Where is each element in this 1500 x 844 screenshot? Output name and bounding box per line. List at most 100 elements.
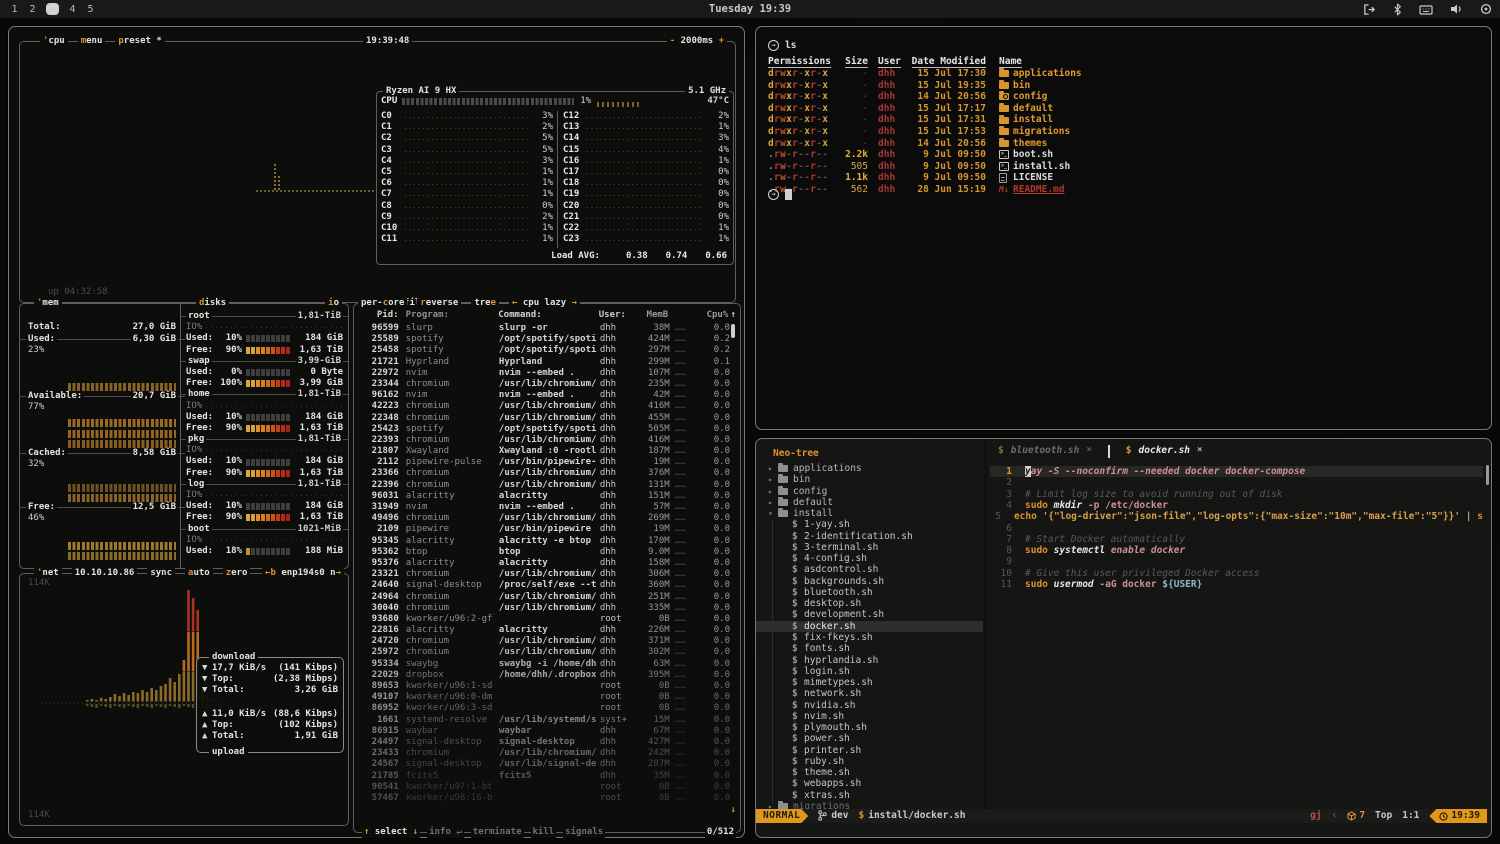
tree-item-applications[interactable]: ▸applications: [756, 463, 983, 474]
tree-item-docker.sh[interactable]: $docker.sh: [756, 621, 983, 632]
tab-close-icon[interactable]: ×: [1197, 445, 1202, 456]
process-row[interactable]: 24720chromium/usr/lib/chromium/dhh371M………: [358, 636, 730, 647]
select-button[interactable]: ↑ select ↓: [362, 827, 420, 838]
process-row[interactable]: 2112pipewire-pulse/usr/bin/pipewire-dhh1…: [358, 457, 730, 468]
process-row[interactable]: 22348chromium/usr/lib/chromium/dhh455M………: [358, 413, 730, 424]
buffer-tab-docker.sh[interactable]: $docker.sh×: [1114, 439, 1215, 463]
tree-item-nvim.sh[interactable]: $nvim.sh: [756, 711, 983, 722]
process-row[interactable]: 86915waybarwaybardhh67M……0.0: [358, 726, 730, 737]
process-row[interactable]: 95376alacrittyalacrittydhh158M……0.0: [358, 558, 730, 569]
process-row[interactable]: 22816alacrittyalacrittydhh226M……0.0: [358, 625, 730, 636]
tree-item-theme.sh[interactable]: $theme.sh: [756, 767, 983, 778]
tree-item-power.sh[interactable]: $power.sh: [756, 733, 983, 744]
net-control[interactable]: 10.10.10.86: [72, 568, 138, 579]
proc-option-tree[interactable]: tree: [471, 298, 499, 309]
buffer-tab-bluetooth.sh[interactable]: $bluetooth.sh×: [986, 439, 1104, 463]
proc-option-reverse[interactable]: reverse: [417, 298, 461, 309]
plugin-updates[interactable]: 7: [1347, 810, 1365, 821]
tree-item-4-config.sh[interactable]: $4-config.sh: [756, 553, 983, 564]
tree-item-login.sh[interactable]: $login.sh: [756, 666, 983, 677]
net-control[interactable]: zero: [223, 568, 251, 579]
process-row[interactable]: 86952kworker/u96:3-sdroot0B……0.0: [358, 703, 730, 714]
tree-item-desktop.sh[interactable]: $desktop.sh: [756, 598, 983, 609]
tree-item-plymouth.sh[interactable]: $plymouth.sh: [756, 722, 983, 733]
net-control[interactable]: sync: [147, 568, 175, 579]
process-row[interactable]: 21721HyprlandHyprlanddhh299M……0.1: [358, 357, 730, 368]
process-row[interactable]: 25458spotify/opt/spotify/spotidhh297M……0…: [358, 345, 730, 356]
process-row[interactable]: 1661systemd-resolve/usr/lib/systemd/ssys…: [358, 715, 730, 726]
process-row[interactable]: 24964chromium/usr/lib/chromium/dhh251M………: [358, 592, 730, 603]
tree-item-hyprlandia.sh[interactable]: $hyprlandia.sh: [756, 655, 983, 666]
process-row[interactable]: 23366chromium/usr/lib/chromium/dhh376M………: [358, 468, 730, 479]
tree-item-printer.sh[interactable]: $printer.sh: [756, 745, 983, 756]
signals-button[interactable]: signals: [563, 827, 605, 838]
process-row[interactable]: 22972nvimnvim --embed .dhh107M……0.0: [358, 368, 730, 379]
tree-item-development.sh[interactable]: $development.sh: [756, 609, 983, 620]
process-row[interactable]: 49496chromium/usr/lib/chromium/dhh269M………: [358, 513, 730, 524]
process-row[interactable]: 22393chromium/usr/lib/chromium/dhh416M………: [358, 435, 730, 446]
cpu-control-cpu[interactable]: 'cpu: [40, 36, 68, 47]
tree-item-webapps.sh[interactable]: $webapps.sh: [756, 778, 983, 789]
process-row[interactable]: 2109pipewire/usr/bin/pipewiredhh19M……0.0: [358, 524, 730, 535]
proc-option-per-core[interactable]: per-core: [358, 298, 407, 309]
process-row[interactable]: 49107kworker/u96:0-dmroot0B……0.0: [358, 692, 730, 703]
tree-item-1-yay.sh[interactable]: $1-yay.sh: [756, 519, 983, 530]
prompt-line-2[interactable]: →: [768, 189, 792, 200]
process-row[interactable]: 22396chromium/usr/lib/chromium/dhh131M………: [358, 480, 730, 491]
process-row[interactable]: 22029dropbox/home/dhh/.dropboxdhh395M……0…: [358, 670, 730, 681]
tree-item-asdcontrol.sh[interactable]: $asdcontrol.sh: [756, 564, 983, 575]
tree-item-backgrounds.sh[interactable]: $backgrounds.sh: [756, 576, 983, 587]
process-row[interactable]: 25423spotify/opt/spotify/spotidhh505M……0…: [358, 424, 730, 435]
process-row[interactable]: 90541kworker/u97:1-btroot0B……0.0: [358, 782, 730, 793]
volume-icon[interactable]: [1450, 3, 1463, 15]
process-row[interactable]: 95334swaybgswaybg -i /home/dhdhh63M……0.0: [358, 659, 730, 670]
process-row[interactable]: 96031alacrittyalacrittydhh151M……0.0: [358, 491, 730, 502]
net-interface-label[interactable]: ←b enp194s0 n→: [262, 568, 344, 578]
logout-icon[interactable]: [1363, 3, 1376, 16]
proc-option-cpu-lazy[interactable]: ← cpu lazy →: [509, 298, 580, 309]
tree-item-2-identification.sh[interactable]: $2-identification.sh: [756, 531, 983, 542]
process-row[interactable]: 23433chromium/usr/lib/chromium/dhh242M………: [358, 748, 730, 759]
bluetooth-icon[interactable]: [1393, 3, 1402, 16]
process-row[interactable]: 42223chromium/usr/lib/chromium/dhh416M………: [358, 401, 730, 412]
process-row[interactable]: 23321chromium/usr/lib/chromium/dhh306M………: [358, 569, 730, 580]
power-icon[interactable]: [1480, 3, 1492, 15]
tree-item-install[interactable]: ▾install: [756, 508, 983, 519]
command-line[interactable]: [756, 823, 1491, 837]
process-row[interactable]: 89653kworker/u96:1-sdroot0B……0.0: [358, 681, 730, 692]
process-row[interactable]: 30040chromium/usr/lib/chromium/dhh335M………: [358, 603, 730, 614]
cpu-control-preset[interactable]: preset *: [115, 36, 164, 47]
process-row[interactable]: 96162nvimnvim --embed .dhh42M……0.0: [358, 390, 730, 401]
process-row[interactable]: 24567signal-desktop/usr/lib/signal-dedhh…: [358, 759, 730, 770]
info-button[interactable]: info ↵: [427, 827, 464, 838]
process-row[interactable]: 25972chromium/usr/lib/chromium/dhh302M………: [358, 647, 730, 658]
tree-item-xtras.sh[interactable]: $xtras.sh: [756, 790, 983, 801]
tree-item-bluetooth.sh[interactable]: $bluetooth.sh: [756, 587, 983, 598]
keyboard-icon[interactable]: [1419, 4, 1433, 15]
tree-item-config[interactable]: ▸config: [756, 486, 983, 497]
tree-item-ruby.sh[interactable]: $ruby.sh: [756, 756, 983, 767]
process-row[interactable]: 31949nvimnvim --embed .dhh57M……0.0: [358, 502, 730, 513]
process-row[interactable]: 93680kworker/u96:2-gfroot0B……0.0: [358, 614, 730, 625]
process-row[interactable]: 25589spotify/opt/spotify/spotidhh424M……0…: [358, 334, 730, 345]
tree-item-nvidia.sh[interactable]: $nvidia.sh: [756, 700, 983, 711]
tree-item-default[interactable]: ▸default: [756, 497, 983, 508]
net-control[interactable]: auto: [185, 568, 213, 579]
scroll-up-icon[interactable]: ↑: [728, 310, 736, 321]
process-row[interactable]: 57467kworker/u98:16-broot0B……0.0: [358, 793, 730, 804]
process-row[interactable]: 24640signal-desktop/proc/self/exe --tdhh…: [358, 580, 730, 591]
editor-scrollbar[interactable]: [1486, 465, 1489, 485]
tree-item-3-terminal.sh[interactable]: $3-terminal.sh: [756, 542, 983, 553]
process-row[interactable]: 21807XwaylandXwayland :0 -rootldhh187M………: [358, 446, 730, 457]
code-editor[interactable]: 1yay -S --noconfirm --needed docker dock…: [986, 463, 1491, 809]
process-row[interactable]: 24497signal-desktopsignal-desktopdhh427M…: [358, 737, 730, 748]
process-row[interactable]: 95345alacrittyalacritty -e btopdhh170M………: [358, 536, 730, 547]
terminate-button[interactable]: terminate: [471, 827, 524, 838]
tree-item-bin[interactable]: ▸bin: [756, 474, 983, 485]
tree-item-network.sh[interactable]: $network.sh: [756, 688, 983, 699]
scroll-down-icon[interactable]: ↓: [731, 805, 736, 816]
process-row[interactable]: 21785fcitx5fcitx5dhh35M……0.0: [358, 771, 730, 782]
process-row[interactable]: 95362btopbtopdhh9.0M……0.0: [358, 547, 730, 558]
cpu-control-menu[interactable]: menu: [78, 36, 106, 47]
kill-button[interactable]: kill: [531, 827, 557, 838]
